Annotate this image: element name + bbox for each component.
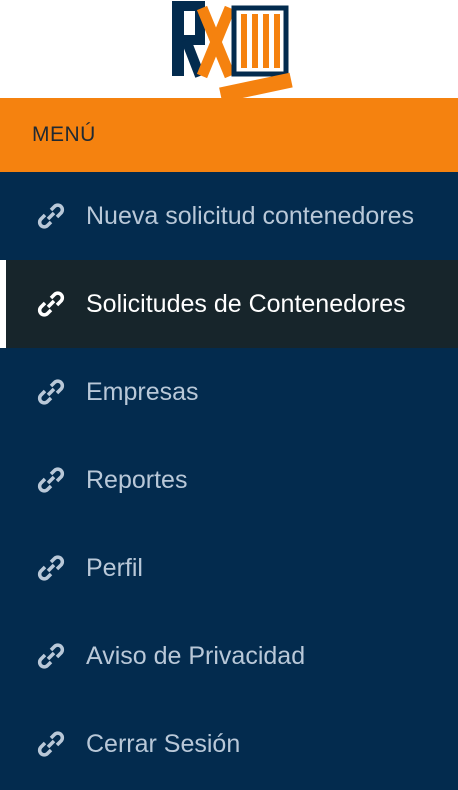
sidebar-nav: Nueva solicitud contenedores Solicitudes… [0, 172, 458, 790]
nav-item-perfil[interactable]: Perfil [0, 524, 458, 612]
link-icon [36, 641, 66, 671]
nav-item-label: Reportes [86, 465, 188, 494]
link-icon [36, 465, 66, 495]
nav-item-empresas[interactable]: Empresas [0, 348, 458, 436]
nav-item-label: Nueva solicitud contenedores [86, 201, 414, 230]
link-icon [36, 289, 66, 319]
nav-item-label: Perfil [86, 553, 143, 582]
link-icon [36, 377, 66, 407]
nav-item-cerrar-sesion[interactable]: Cerrar Sesión [0, 700, 458, 788]
nav-item-solicitudes-contenedores[interactable]: Solicitudes de Contenedores [0, 260, 458, 348]
rx-corporativo-logo[interactable] [166, 0, 294, 100]
nav-item-label: Cerrar Sesión [86, 729, 241, 758]
menu-header: MENÚ [0, 98, 458, 172]
link-icon [36, 553, 66, 583]
nav-item-reportes[interactable]: Reportes [0, 436, 458, 524]
link-icon [36, 201, 66, 231]
brand-header [0, 0, 458, 100]
nav-item-label: Empresas [86, 377, 199, 406]
nav-item-label: Solicitudes de Contenedores [86, 289, 406, 318]
nav-item-nueva-solicitud[interactable]: Nueva solicitud contenedores [0, 172, 458, 260]
link-icon [36, 729, 66, 759]
nav-item-label: Aviso de Privacidad [86, 641, 306, 670]
menu-title: MENÚ [32, 123, 96, 146]
app-window: MENÚ Nueva solicitud contenedores Solici… [0, 0, 458, 790]
nav-item-aviso-privacidad[interactable]: Aviso de Privacidad [0, 612, 458, 700]
